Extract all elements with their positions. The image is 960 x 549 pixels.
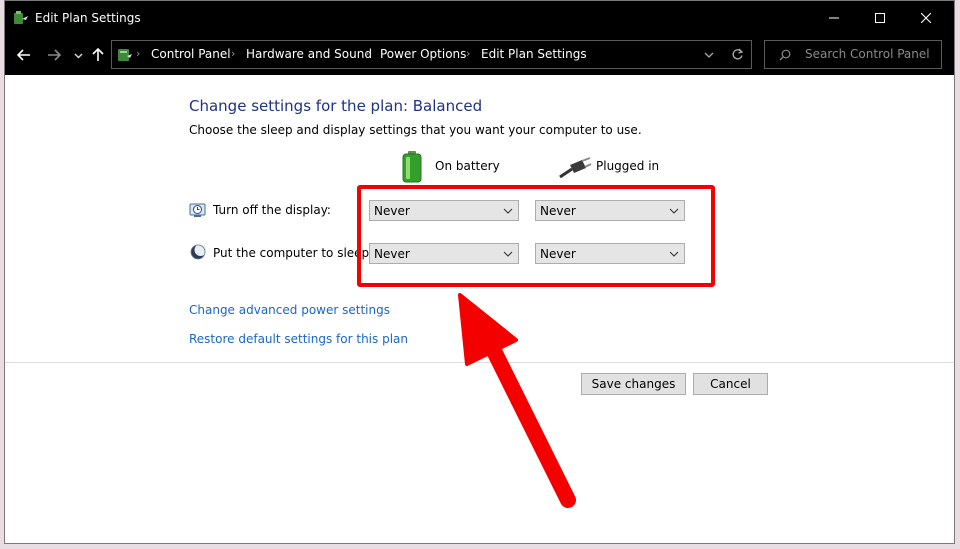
chevron-down-icon [669, 208, 679, 214]
breadcrumb-separator: › [365, 47, 370, 60]
restore-default-settings-link[interactable]: Restore default settings for this plan [189, 332, 408, 346]
change-advanced-power-settings-link[interactable]: Change advanced power settings [189, 303, 390, 317]
sleep-on-battery-select[interactable]: Never [369, 243, 519, 264]
minimize-button[interactable] [811, 1, 857, 35]
search-input[interactable]: Search Control Panel [764, 40, 942, 69]
search-icon [779, 49, 791, 61]
power-options-icon [14, 11, 28, 24]
chevron-down-icon [503, 208, 513, 214]
address-toolbar: › Control Panel › Hardware and Sound › P… [5, 35, 954, 75]
chevron-down-icon [669, 251, 679, 257]
up-arrow-icon [92, 48, 104, 61]
close-icon [921, 13, 931, 23]
battery-icon [402, 151, 422, 183]
sleep-on-battery-value: Never [374, 247, 410, 261]
power-plug-icon [559, 157, 592, 179]
edit-plan-settings-window: Edit Plan Settings › Control Panel › Har… [4, 0, 955, 544]
page-subtitle: Choose the sleep and display settings th… [189, 123, 642, 137]
breadcrumb-hardware-and-sound[interactable]: Hardware and Sound [246, 47, 372, 61]
forward-arrow-icon [48, 49, 61, 61]
control-panel-icon [118, 49, 132, 61]
chevron-down-icon [503, 251, 513, 257]
save-changes-button[interactable]: Save changes [581, 373, 686, 395]
window-title: Edit Plan Settings [35, 11, 141, 25]
up-button[interactable] [89, 46, 107, 64]
display-on-battery-select[interactable]: Never [369, 200, 519, 221]
display-timer-icon [189, 203, 206, 217]
plugged-in-header: Plugged in [596, 159, 660, 173]
divider [5, 362, 954, 363]
title-bar[interactable]: Edit Plan Settings [5, 1, 954, 35]
address-history-chevron-icon[interactable] [704, 50, 714, 60]
maximize-button[interactable] [857, 1, 903, 35]
back-button[interactable] [15, 46, 33, 64]
recent-locations-button[interactable] [69, 46, 87, 64]
forward-button[interactable] [45, 46, 63, 64]
main-content: Change settings for the plan: Balanced C… [5, 75, 954, 543]
back-arrow-icon [17, 49, 30, 61]
breadcrumb-separator: › [466, 47, 471, 60]
minimize-icon [829, 17, 839, 19]
breadcrumb-separator: › [231, 47, 236, 60]
breadcrumb-edit-plan-settings[interactable]: Edit Plan Settings [481, 47, 587, 61]
display-plugged-in-value: Never [540, 204, 576, 218]
sleep-moon-icon [190, 244, 206, 260]
sleep-plugged-in-value: Never [540, 247, 576, 261]
turn-off-display-label: Turn off the display: [213, 203, 331, 217]
display-plugged-in-select[interactable]: Never [535, 200, 685, 221]
page-title: Change settings for the plan: Balanced [189, 97, 483, 115]
breadcrumb-control-panel[interactable]: Control Panel [151, 47, 231, 61]
put-computer-to-sleep-label: Put the computer to sleep: [213, 246, 374, 260]
display-on-battery-value: Never [374, 204, 410, 218]
breadcrumb-separator: › [136, 47, 141, 60]
refresh-icon[interactable] [731, 48, 744, 61]
cancel-button[interactable]: Cancel [693, 373, 768, 395]
sleep-plugged-in-select[interactable]: Never [535, 243, 685, 264]
maximize-icon [875, 13, 885, 23]
on-battery-header: On battery [435, 159, 500, 173]
search-placeholder: Search Control Panel [805, 47, 930, 61]
address-box[interactable]: › Control Panel › Hardware and Sound › P… [111, 40, 752, 69]
breadcrumb-power-options[interactable]: Power Options [380, 47, 466, 61]
chevron-down-icon [74, 53, 82, 58]
close-button[interactable] [903, 1, 949, 35]
